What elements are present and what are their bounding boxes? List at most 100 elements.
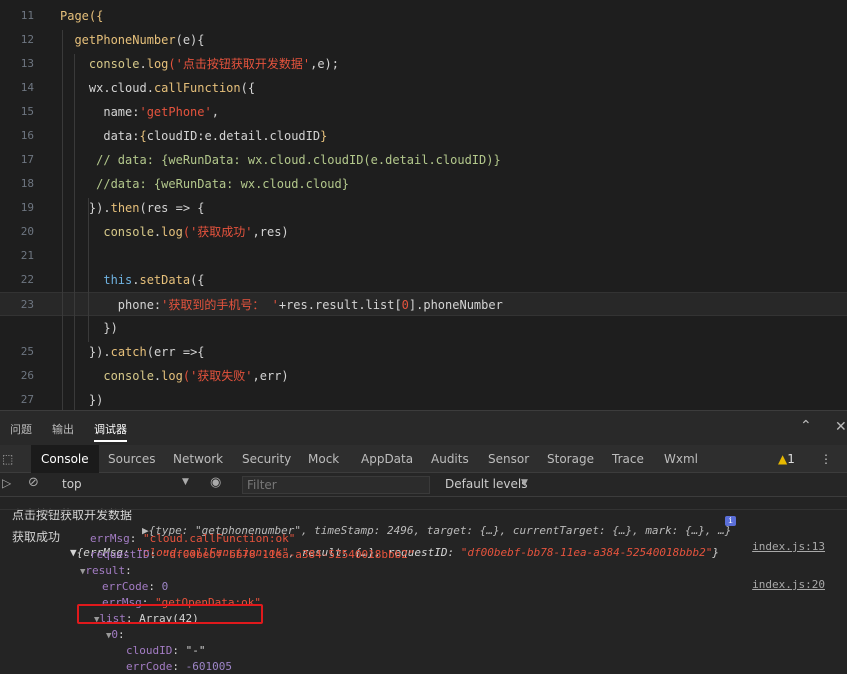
clear-console-icon[interactable]: ⊘ <box>28 475 39 490</box>
property-key: errCode <box>126 660 173 673</box>
code-line[interactable]: 27 }) <box>0 388 847 410</box>
code-line[interactable]: 22 this.setData({ <box>0 268 847 292</box>
code-line[interactable]: 15 name:'getPhone', <box>0 100 847 124</box>
tree-row[interactable]: ▼0: <box>0 627 847 643</box>
code-token: }) <box>60 345 104 359</box>
code-token: { <box>139 129 147 143</box>
code-token: . <box>103 345 111 359</box>
code-line[interactable]: 20 console.log('获取成功',res) <box>0 220 847 244</box>
tab-sources[interactable]: Sources <box>108 445 155 473</box>
tab-security[interactable]: Security <box>242 445 291 473</box>
tree-row[interactable]: ▼result: <box>0 563 847 579</box>
expand-triangle-icon[interactable]: ▼ <box>80 567 85 577</box>
tab-debugger[interactable]: 调试器 <box>94 421 127 442</box>
code-line[interactable]: 21 <box>0 244 847 268</box>
code-token: cloudID:e.detail.cloudID <box>146 129 321 143</box>
close-icon[interactable]: ✕ <box>835 419 847 435</box>
line-number: 18 <box>20 177 34 190</box>
code-text: name:'getPhone', <box>60 100 219 124</box>
tab-console[interactable]: Console <box>31 445 99 473</box>
property-key: cloudID <box>126 644 173 657</box>
indent-guide <box>74 54 75 410</box>
line-number: 12 <box>20 33 34 46</box>
tab-issues[interactable]: 问题 <box>10 421 32 437</box>
tab-audits[interactable]: Audits <box>431 445 469 473</box>
more-options-icon[interactable]: ⋮ <box>820 445 832 473</box>
log-levels-select[interactable]: Default levels <box>445 477 527 491</box>
chevron-down-icon[interactable]: ▼ <box>521 478 528 488</box>
property-value: "cloud.callFunction:ok" <box>143 532 296 545</box>
property-pair: ▼result: <box>80 563 138 580</box>
code-token: (err =>{ <box>146 345 205 359</box>
code-line[interactable]: 18 //data: {weRunData: wx.cloud.cloud} <box>0 172 847 196</box>
colon: : <box>125 564 139 577</box>
code-token: 'getPhone' <box>139 105 212 119</box>
property-value: "df00bebf-bb78-11ea-a384-52540018bbb2" <box>162 548 415 561</box>
console-output[interactable]: 点击按钮获取开发数据 ▶{type: "getphonenumber", tim… <box>0 497 847 674</box>
code-token: }) <box>60 201 104 215</box>
code-token: phone: <box>60 298 162 312</box>
property-pair: ▼0: <box>106 627 131 644</box>
property-pair: errCode: 0 <box>102 579 168 595</box>
code-text: Page({ <box>60 4 103 28</box>
code-text: this.setData({ <box>60 268 204 292</box>
tab-storage[interactable]: Storage <box>547 445 594 473</box>
code-line[interactable]: }) <box>0 316 847 340</box>
tab-network[interactable]: Network <box>173 445 223 473</box>
info-icon[interactable]: i <box>725 516 736 526</box>
devtools-tabbar: ⬚ Console Sources Network Security Mock … <box>0 445 847 473</box>
property-key: ▼result <box>80 564 126 577</box>
code-line[interactable]: 16 data:{cloudID:e.detail.cloudID} <box>0 124 847 148</box>
expand-triangle-icon[interactable]: ▼ <box>106 631 111 641</box>
inspect-element-icon[interactable]: ⬚ <box>2 445 18 473</box>
tab-mock[interactable]: Mock <box>308 445 339 473</box>
code-text: console.log('获取失败',err) <box>60 364 288 388</box>
code-line[interactable]: 25 }).catch(err =>{ <box>0 340 847 364</box>
tree-row[interactable]: cloudID: "-" <box>0 643 847 659</box>
code-token: (res => { <box>139 201 205 215</box>
code-token: Page({ <box>60 9 104 23</box>
warning-badge[interactable]: ▲1 <box>778 445 795 473</box>
filter-input[interactable] <box>242 476 430 494</box>
tree-row[interactable]: errMsg: "cloud.callFunction:ok" <box>0 531 847 547</box>
line-number: 17 <box>20 153 34 166</box>
tab-sensor[interactable]: Sensor <box>488 445 529 473</box>
context-select[interactable]: top <box>62 477 82 491</box>
code-line[interactable]: 23 phone:'获取到的手机号： '+res.result.list[0].… <box>0 292 847 316</box>
code-line[interactable]: 12 getPhoneNumber(e){ <box>0 28 847 52</box>
line-number: 23 <box>20 298 34 311</box>
code-text: //data: {weRunData: wx.cloud.cloud} <box>60 172 349 196</box>
code-token: this <box>60 273 133 287</box>
code-line[interactable]: 11 Page({ <box>0 4 847 28</box>
code-line[interactable]: 13 console.log('点击按钮获取开发数据',e); <box>0 52 847 76</box>
tab-wxml[interactable]: Wxml <box>664 445 698 473</box>
code-token: then <box>110 201 140 215</box>
code-token: +res.result.list[ <box>278 298 402 312</box>
code-line[interactable]: 19 }).then(res => { <box>0 196 847 220</box>
colon: : <box>172 660 186 673</box>
code-token: ,e); <box>310 57 339 71</box>
property-value: 0 <box>161 580 169 593</box>
tree-row[interactable]: errCode: 0 <box>0 579 847 595</box>
code-line[interactable]: 17 // data: {weRunData: wx.cloud.cloudID… <box>0 148 847 172</box>
colon: : <box>118 628 132 641</box>
code-token: , <box>211 105 219 119</box>
code-line[interactable]: 14 wx.cloud.callFunction({ <box>0 76 847 100</box>
chevron-down-icon[interactable]: ▼ <box>182 477 189 487</box>
eye-icon[interactable]: ◉ <box>210 475 221 490</box>
code-token: }) <box>60 393 104 407</box>
line-number: 20 <box>20 225 34 238</box>
code-token: ('获取成功' <box>182 225 253 239</box>
line-number: 21 <box>20 249 34 262</box>
tab-trace[interactable]: Trace <box>612 445 644 473</box>
tree-row[interactable]: requestID: "df00bebf-bb78-11ea-a384-5254… <box>0 547 847 563</box>
property-pair: cloudID: "-" <box>126 643 205 659</box>
tree-row[interactable]: errCode: -601005 <box>0 659 847 674</box>
tab-output[interactable]: 输出 <box>52 421 74 437</box>
code-line[interactable]: 26 console.log('获取失败',err) <box>0 364 847 388</box>
code-editor[interactable]: 11 Page({12 getPhoneNumber(e){13 console.… <box>0 0 847 410</box>
collapse-up-icon[interactable]: ⌃ <box>800 418 812 434</box>
sidebar-toggle-icon[interactable]: ▷ <box>2 476 11 490</box>
console-toolbar: ▷ ⊘ top ▼ ◉ Default levels ▼ <box>0 473 847 497</box>
tab-appdata[interactable]: AppData <box>361 445 413 473</box>
